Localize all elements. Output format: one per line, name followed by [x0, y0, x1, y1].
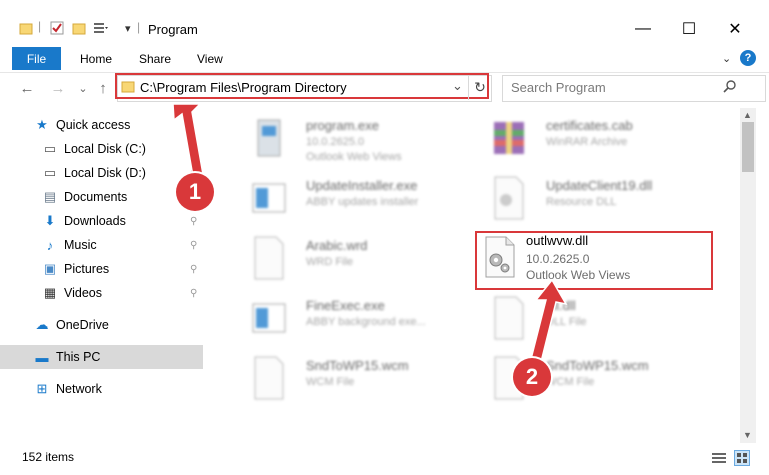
- item-count: 152 items: [22, 450, 75, 464]
- arrow-2: [529, 278, 568, 367]
- callout-arrows: [172, 103, 568, 367]
- details-view-icon[interactable]: [712, 452, 726, 464]
- callout-2: 2: [513, 358, 551, 396]
- large-icons-view-icon[interactable]: [734, 450, 750, 466]
- scroll-thumb[interactable]: [742, 122, 754, 172]
- arrow-1: [172, 103, 205, 183]
- scroll-up-icon[interactable]: ▲: [743, 110, 752, 120]
- callout-1: 1: [176, 173, 214, 211]
- scroll-down-icon[interactable]: ▼: [743, 430, 752, 440]
- status-bar: [0, 443, 769, 475]
